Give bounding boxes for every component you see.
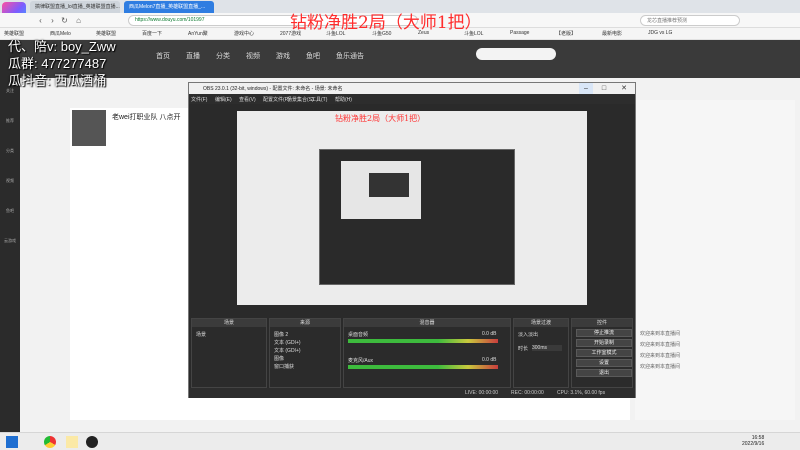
obs-menu-item[interactable]: 帮助(H) bbox=[335, 96, 352, 103]
streamer-avatar[interactable] bbox=[72, 110, 106, 146]
chat-message: 欢迎来到本直播间 bbox=[640, 364, 681, 370]
scenes-dock: 场景 场景 bbox=[191, 318, 267, 388]
obs-statusbar: LIVE: 00:00:00 REC: 00:00:00 CPU: 3.1%, … bbox=[189, 388, 635, 398]
preview-overlay-title: 钻粉净胜2局（大师1把） bbox=[335, 114, 426, 123]
site-nav-item[interactable]: 直播 bbox=[186, 51, 200, 61]
mixer-meter bbox=[348, 339, 498, 343]
site-left-rail: 关注推荐分类视频鱼吧云游戏 bbox=[0, 40, 20, 432]
site-search-input[interactable] bbox=[476, 48, 556, 60]
source-item[interactable]: 文本 (GDI+) bbox=[274, 339, 301, 346]
chat-message: 欢迎来到本直播间 bbox=[640, 353, 681, 359]
site-nav-item[interactable]: 首页 bbox=[156, 51, 170, 61]
rail-item[interactable]: 云游戏 bbox=[2, 238, 18, 254]
obs-menu-item[interactable]: 工具(T) bbox=[311, 96, 327, 103]
chat-message: 欢迎来到本直播间 bbox=[640, 342, 681, 348]
transitions-dock-title: 场景过渡 bbox=[514, 319, 568, 327]
browser-tab-active[interactable]: 西瓜Melon7直播_英雄联盟直播_... bbox=[124, 1, 214, 13]
obs-titlebar: OBS 23.0.1 (32-bit, windows) - 配置文件: 未命名… bbox=[189, 83, 635, 94]
site-nav-item[interactable]: 游戏 bbox=[276, 51, 290, 61]
overlay-title: 钻粉净胜2局（大师1把） bbox=[290, 13, 482, 33]
mixer-meter bbox=[348, 365, 498, 369]
bookmark-item[interactable]: AnYun聚 bbox=[188, 30, 208, 37]
status-live: LIVE: 00:00:00 bbox=[465, 390, 499, 396]
chat-message: 欢迎来到本直播间 bbox=[640, 331, 681, 337]
scenes-dock-title: 场景 bbox=[192, 319, 266, 327]
obs-menu-item[interactable]: 文件(F) bbox=[191, 96, 207, 103]
site-nav: 首页 直播 分类 视频 游戏 鱼吧 鱼乐通告 bbox=[20, 40, 800, 78]
overlay-douyin-line: 瓜抖音: 西瓜酒桶 bbox=[8, 73, 107, 88]
obs-menu-item[interactable]: 查看(V) bbox=[239, 96, 256, 103]
mixer-dock: 混音器 桌面音频 0.0 dB 麦克风/Aux 0.0 dB bbox=[343, 318, 511, 388]
rail-item[interactable]: 鱼吧 bbox=[2, 208, 18, 224]
mixer-track-name: 桌面音频 bbox=[348, 332, 369, 338]
home-icon[interactable]: ⌂ bbox=[74, 16, 83, 25]
status-cpu: CPU: 3.1%, 60.00 fps bbox=[557, 390, 606, 396]
clock-date: 2022/9/16 bbox=[742, 441, 765, 447]
maximize-button[interactable]: □ bbox=[597, 83, 611, 94]
site-nav-item[interactable]: 分类 bbox=[216, 51, 230, 61]
windows-start-icon[interactable] bbox=[6, 436, 18, 448]
site-nav-item[interactable]: 视频 bbox=[246, 51, 260, 61]
bookmark-item[interactable]: 游戏中心 bbox=[234, 30, 254, 37]
sources-dock: 来源 图像 2 文本 (GDI+) 文本 (GDI+) 图像 窗口捕获 bbox=[269, 318, 341, 388]
transition-duration-label: 时长 bbox=[518, 346, 529, 352]
streamer-header: 老wei打职业队 八点开 bbox=[70, 108, 190, 150]
source-item[interactable]: 图像 2 bbox=[274, 331, 288, 338]
obs-taskbar-icon[interactable] bbox=[86, 436, 98, 448]
close-button[interactable]: ✕ bbox=[617, 83, 631, 94]
site-nav-item[interactable]: 鱼吧 bbox=[306, 51, 320, 61]
stop-streaming-button[interactable]: 停止推流 bbox=[576, 329, 632, 337]
obs-preview[interactable]: 钻粉净胜2局（大师1把） bbox=[237, 111, 587, 305]
controls-dock-title: 控件 bbox=[572, 319, 632, 327]
source-item[interactable]: 文本 (GDI+) bbox=[274, 347, 301, 354]
exit-button[interactable]: 退出 bbox=[576, 369, 632, 377]
obs-window: OBS 23.0.1 (32-bit, windows) - 配置文件: 未命名… bbox=[188, 82, 636, 398]
start-recording-button[interactable]: 开始录制 bbox=[576, 339, 632, 347]
browser-tab[interactable]: 搞律联盟直播_lol直播_英雄联盟直播... bbox=[30, 1, 120, 13]
rail-item[interactable]: 视频 bbox=[2, 178, 18, 194]
streamer-title: 老wei打职业队 八点开 bbox=[112, 114, 181, 121]
source-item[interactable]: 图像 bbox=[274, 355, 284, 362]
source-item[interactable]: 窗口捕获 bbox=[274, 363, 294, 370]
mixer-track-level: 0.0 dB bbox=[482, 331, 497, 337]
file-explorer-icon[interactable] bbox=[66, 436, 78, 448]
bookmark-item[interactable]: 【老版】 bbox=[556, 30, 576, 37]
status-rec: REC: 00:00:00 bbox=[511, 390, 544, 396]
preview-nested-inner bbox=[369, 173, 409, 197]
obs-menu-item[interactable]: 场景集合(S) bbox=[287, 96, 314, 103]
forward-icon[interactable]: › bbox=[48, 16, 57, 25]
bookmark-item[interactable]: JDG vs LG bbox=[648, 30, 672, 36]
bookmark-item[interactable]: 百度一下 bbox=[142, 30, 162, 37]
mixer-track-level: 0.0 dB bbox=[482, 357, 497, 363]
bookmark-item[interactable]: 最新电影 bbox=[602, 30, 622, 37]
scene-item[interactable]: 场景 bbox=[196, 331, 206, 338]
settings-button[interactable]: 设置 bbox=[576, 359, 632, 367]
rail-item[interactable]: 关注 bbox=[2, 88, 18, 104]
browser-search-input[interactable]: 龙芯直播推荐预测 bbox=[640, 15, 740, 26]
rail-item[interactable]: 分类 bbox=[2, 148, 18, 164]
rail-item[interactable]: 推荐 bbox=[2, 118, 18, 134]
transition-mode[interactable]: 淡入淡出 bbox=[518, 331, 538, 338]
transitions-dock: 场景过渡 淡入淡出 时长 300ms bbox=[513, 318, 569, 388]
obs-title: OBS 23.0.1 (32-bit, windows) - 配置文件: 未命名… bbox=[203, 86, 343, 92]
right-sidebar bbox=[635, 100, 795, 420]
sources-dock-title: 来源 bbox=[270, 319, 340, 327]
transition-duration-input[interactable]: 300ms bbox=[532, 345, 562, 351]
system-clock[interactable]: 16:58 2022/9/16 bbox=[742, 435, 764, 447]
obs-menu-item[interactable]: 编辑(E) bbox=[215, 96, 232, 103]
controls-dock: 控件 停止推流 开始录制 工作室模式 设置 退出 bbox=[571, 318, 633, 388]
minimize-button[interactable]: – bbox=[579, 83, 593, 94]
site-nav-item[interactable]: 鱼乐通告 bbox=[336, 51, 364, 61]
reload-icon[interactable]: ↻ bbox=[60, 16, 69, 25]
obs-menubar: 文件(F) 编辑(E) 查看(V) 配置文件(P) 场景集合(S) 工具(T) 帮助(H) bbox=[189, 94, 635, 104]
obs-menu-item[interactable]: 配置文件(P) bbox=[263, 96, 290, 103]
studio-mode-button[interactable]: 工作室模式 bbox=[576, 349, 632, 357]
chrome-icon[interactable] bbox=[44, 436, 56, 448]
bookmark-item[interactable]: Passage bbox=[510, 30, 529, 36]
mixer-track-name: 麦克风/Aux bbox=[348, 358, 374, 364]
mixer-dock-title: 混音器 bbox=[344, 319, 510, 327]
back-icon[interactable]: ‹ bbox=[36, 16, 45, 25]
taskbar: 16:58 2022/9/16 bbox=[0, 432, 800, 450]
